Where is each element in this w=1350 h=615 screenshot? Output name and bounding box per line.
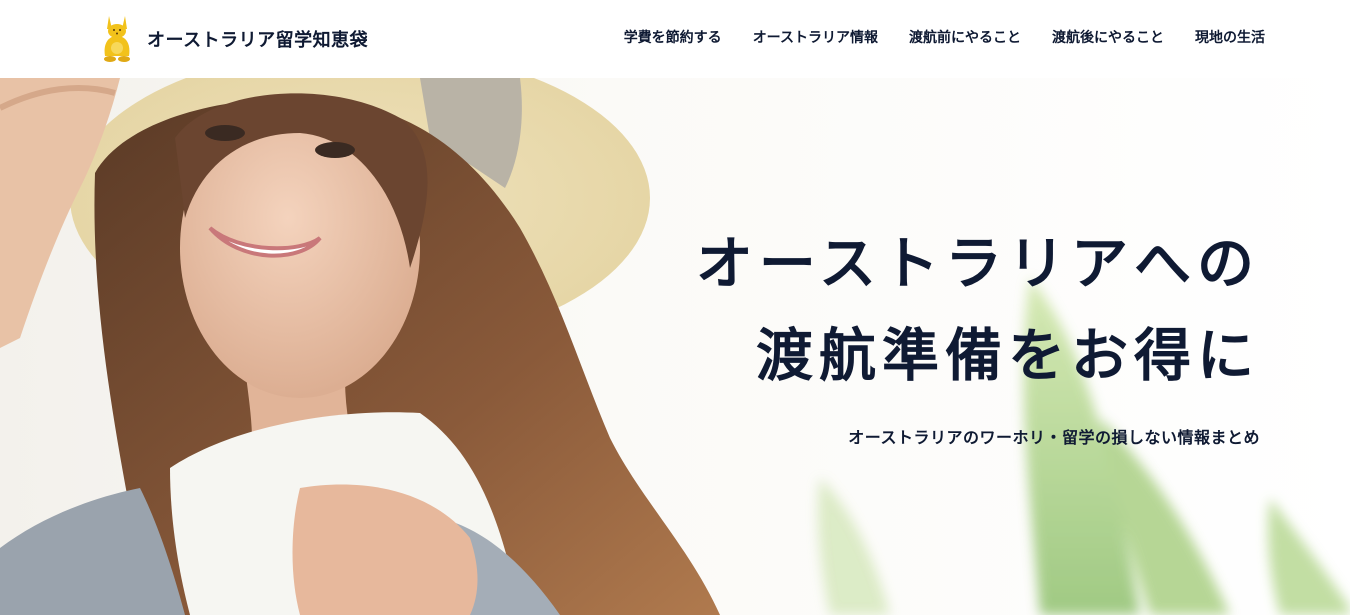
nav-item-save-tuition[interactable]: 学費を節約する <box>624 27 722 49</box>
main-nav: 学費を節約する オーストラリア情報 渡航前にやること 渡航後にやること 現地の生… <box>624 27 1265 49</box>
site-header: オーストラリア留学知恵袋 学費を節約する オーストラリア情報 渡航前にやること … <box>0 0 1350 78</box>
kangaroo-icon <box>104 16 130 62</box>
hero-section: オーストラリアへの 渡航準備をお得に オーストラリアのワーホリ・留学の損しない情… <box>0 78 1350 615</box>
hero-title-line2: 渡航準備をお得に <box>756 323 1260 389</box>
nav-item-after-arrival[interactable]: 渡航後にやること <box>1052 27 1164 49</box>
hero-subtitle: オーストラリアのワーホリ・留学の損しない情報まとめ <box>848 428 1260 447</box>
site-name: オーストラリア留学知恵袋 <box>147 30 369 51</box>
nav-item-before-departure[interactable]: 渡航前にやること <box>909 27 1021 49</box>
hero-copy: オーストラリアへの 渡航準備をお得に オーストラリアのワーホリ・留学の損しない情… <box>696 218 1260 448</box>
nav-item-australia-info[interactable]: オーストラリア情報 <box>753 27 878 49</box>
nav-item-local-life[interactable]: 現地の生活 <box>1195 27 1265 49</box>
hero-title-line1: オーストラリアへの <box>695 231 1260 297</box>
site-logo-link[interactable]: オーストラリア留学知恵袋 <box>100 14 368 64</box>
